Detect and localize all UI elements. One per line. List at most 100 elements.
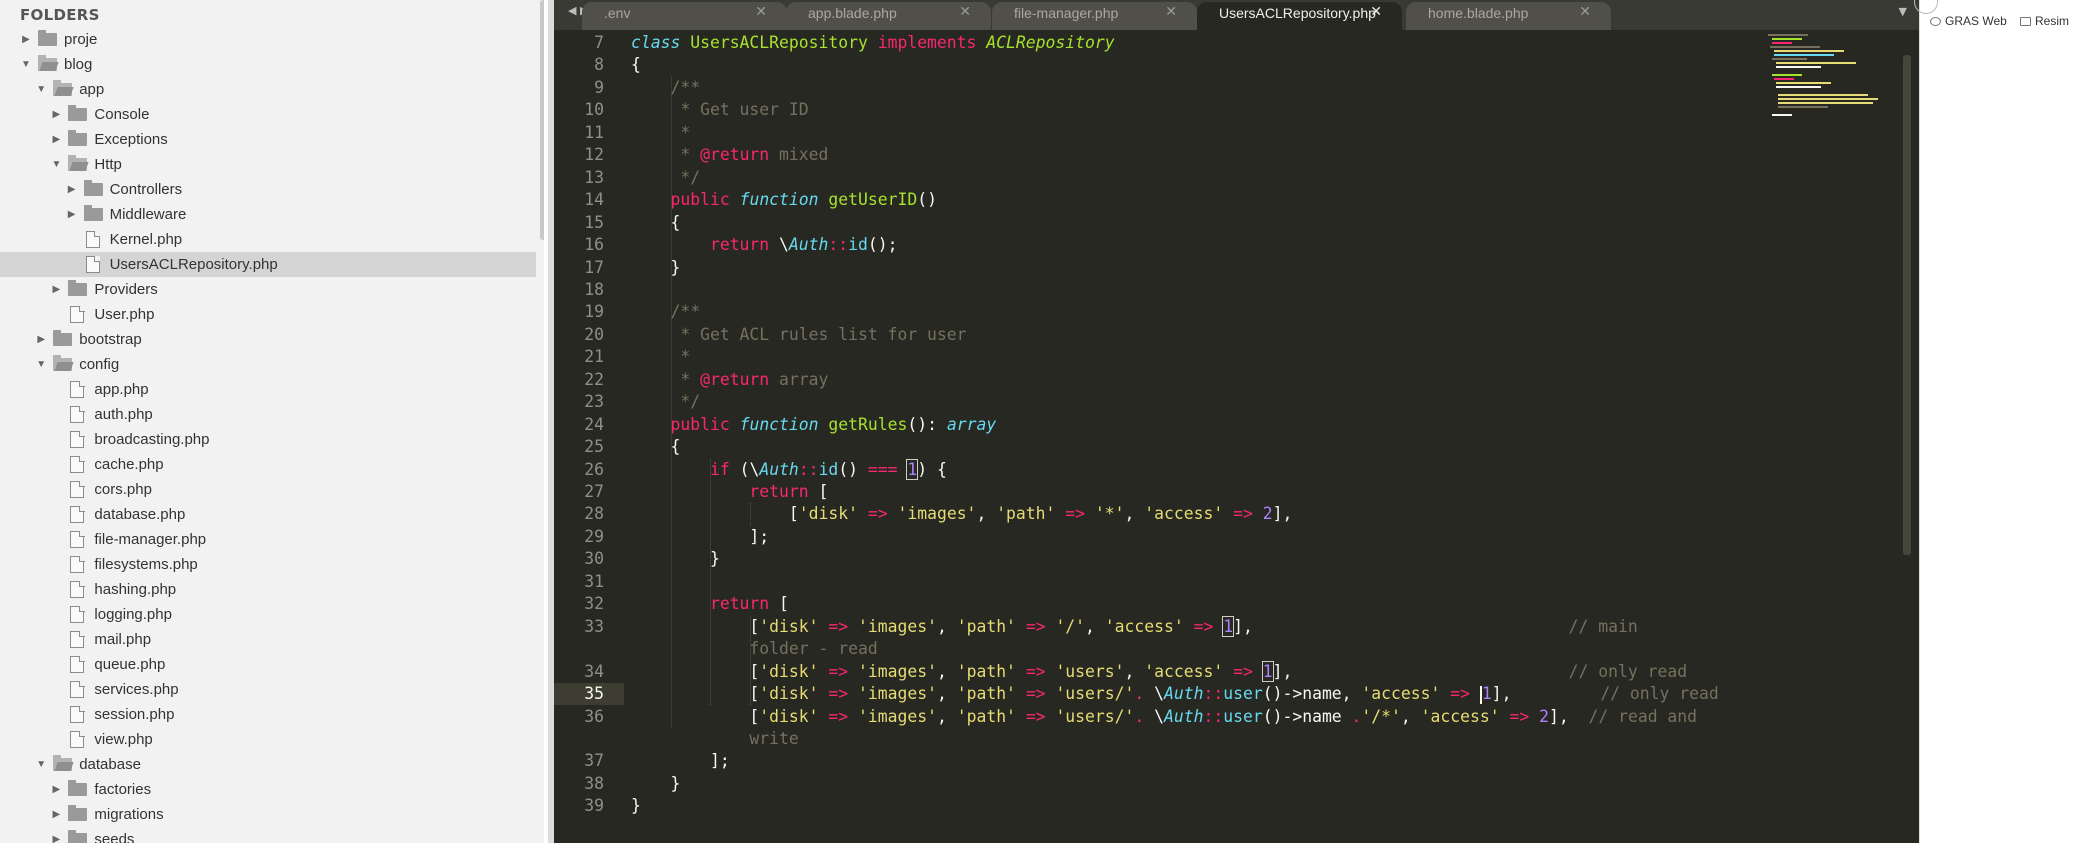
- tree-folder[interactable]: ▼ database: [0, 752, 536, 777]
- chevron-right-icon[interactable]: ▶: [50, 277, 62, 302]
- tree-file[interactable]: queue.php: [0, 652, 536, 677]
- tree-folder[interactable]: ▶ proje: [0, 27, 536, 52]
- tree-item-label: database.php: [94, 506, 186, 523]
- chevron-right-icon[interactable]: ▶: [50, 802, 62, 827]
- chevron-right-icon[interactable]: ▶: [50, 827, 62, 843]
- tree-file[interactable]: file-manager.php: [0, 527, 536, 552]
- tree-folder[interactable]: ▶ migrations: [0, 802, 536, 827]
- code-text: */: [670, 167, 701, 187]
- tree-folder[interactable]: ▶ factories: [0, 777, 536, 802]
- chevron-right-icon[interactable]: ▶: [66, 177, 78, 202]
- tree-file[interactable]: database.php: [0, 502, 536, 527]
- code-text: ['disk' => 'images', 'path' => '*', 'acc…: [788, 504, 1293, 524]
- tree-item-label: auth.php: [94, 406, 153, 423]
- tree-folder[interactable]: ▶ Console: [0, 102, 536, 127]
- chevron-down-icon[interactable]: ▼: [35, 77, 47, 102]
- code-text: return [: [749, 482, 829, 501]
- chevron-right-icon[interactable]: ▶: [50, 777, 62, 802]
- tree-file[interactable]: session.php: [0, 702, 536, 727]
- tree-folder[interactable]: ▼ app: [0, 77, 536, 102]
- tree-folder[interactable]: ▶ seeds: [0, 827, 536, 843]
- tree-item-label: Middleware: [109, 206, 187, 223]
- tree-item-label: UsersACLRepository.php: [109, 256, 278, 273]
- code-text: /**: [670, 302, 701, 322]
- folder-open-icon: [53, 80, 73, 97]
- chevron-right-icon[interactable]: ▶: [35, 327, 47, 352]
- tree-folder[interactable]: ▶ Exceptions: [0, 127, 536, 152]
- indent-guide: [670, 76, 672, 728]
- tree-file[interactable]: broadcasting.php: [0, 427, 536, 452]
- tree-file[interactable]: cache.php: [0, 452, 536, 477]
- chevron-down-icon[interactable]: ▼: [50, 152, 62, 177]
- tree-file[interactable]: cors.php: [0, 477, 536, 502]
- tab-app-blade-php[interactable]: app.blade.php ✕: [786, 0, 991, 30]
- tree-item-label: Console: [94, 106, 150, 123]
- line-number: 34: [584, 661, 604, 681]
- line-number: 9: [594, 77, 604, 97]
- line-number: 36: [584, 706, 604, 726]
- tree-file[interactable]: User.php: [0, 302, 536, 327]
- tree-folder[interactable]: ▶ Controllers: [0, 177, 536, 202]
- line-number: 30: [584, 549, 604, 569]
- close-icon[interactable]: ✕: [1579, 4, 1591, 20]
- tree-file[interactable]: hashing.php: [0, 577, 536, 602]
- file-icon: [68, 680, 88, 698]
- tree-folder[interactable]: ▶ Middleware: [0, 202, 536, 227]
- tree-item-label: Kernel.php: [109, 231, 183, 248]
- tree-item-label: queue.php: [94, 656, 166, 673]
- code-text: ['disk' => 'images', 'path' => '/', 'acc…: [749, 615, 1638, 637]
- chevron-right-icon[interactable]: ▶: [50, 102, 62, 127]
- close-icon[interactable]: ✕: [959, 4, 971, 20]
- code-area[interactable]: 7 class UsersACLRepository implements ACL…: [554, 30, 1894, 843]
- bookmark-resim[interactable]: Resim: [2020, 14, 2069, 28]
- code-text: }: [709, 549, 720, 569]
- line-number: 18: [584, 279, 604, 299]
- tree-file[interactable]: view.php: [0, 727, 536, 752]
- tree-item-label: app.php: [94, 381, 149, 398]
- tree-file[interactable]: logging.php: [0, 602, 536, 627]
- file-icon: [68, 455, 88, 473]
- tree-item-label: blog: [64, 56, 93, 73]
- tab-usersaclrepository-php[interactable]: UsersACLRepository.php ✕: [1197, 0, 1402, 30]
- chevron-right-icon[interactable]: ▶: [66, 202, 78, 227]
- line-number: 35: [584, 684, 604, 704]
- minimap[interactable]: [1766, 30, 1886, 140]
- tree-file[interactable]: Kernel.php: [0, 227, 536, 252]
- bookmark-gras-web[interactable]: GRAS Web: [1930, 14, 2007, 28]
- bookmark-label: Resim: [2035, 14, 2070, 28]
- editor-scrollbar[interactable]: [1903, 55, 1911, 555]
- tree-item-label: config: [79, 356, 120, 373]
- tree-file[interactable]: auth.php: [0, 402, 536, 427]
- close-icon[interactable]: ✕: [755, 4, 767, 20]
- code-text: public function getRules(): array: [670, 414, 997, 434]
- tree-folder[interactable]: ▶ Providers: [0, 277, 536, 302]
- tab-file-manager-php[interactable]: file-manager.php ✕: [992, 0, 1197, 30]
- file-icon: [84, 255, 104, 273]
- folder-icon: [2020, 17, 2031, 26]
- code-editor[interactable]: ◀ ▶ .env ✕ app.blade.php ✕ file-manager.php ✕…: [554, 0, 1919, 843]
- tree-folder[interactable]: ▼ Http: [0, 152, 536, 177]
- line-number: 11: [584, 122, 604, 142]
- chevron-right-icon[interactable]: ▶: [20, 27, 32, 52]
- tree-file[interactable]: mail.php: [0, 627, 536, 652]
- tree-folder[interactable]: ▼ config: [0, 352, 536, 377]
- tree-file[interactable]: UsersACLRepository.php: [0, 252, 536, 277]
- sidebar-scrollbar[interactable]: [540, 0, 544, 240]
- close-icon[interactable]: ✕: [1165, 4, 1177, 20]
- tree-item-label: services.php: [94, 681, 179, 698]
- tree-file[interactable]: app.php: [0, 377, 536, 402]
- tree-item-label: database: [79, 756, 141, 773]
- tree-folder[interactable]: ▶ bootstrap: [0, 327, 536, 352]
- tab--env[interactable]: .env ✕: [582, 0, 787, 30]
- browser-bookmarks-panel: GRAS Web Resim: [1914, 0, 2073, 843]
- tree-file[interactable]: filesystems.php: [0, 552, 536, 577]
- close-icon[interactable]: ✕: [1370, 4, 1382, 20]
- tree-file[interactable]: services.php: [0, 677, 536, 702]
- chevron-down-icon[interactable]: ▼: [35, 352, 47, 377]
- tab-menu-icon[interactable]: ▼: [1899, 5, 1907, 18]
- chevron-right-icon[interactable]: ▶: [50, 127, 62, 152]
- chevron-down-icon[interactable]: ▼: [35, 752, 47, 777]
- tab-home-blade-php[interactable]: home.blade.php ✕: [1406, 0, 1611, 30]
- chevron-down-icon[interactable]: ▼: [20, 52, 32, 77]
- tree-folder[interactable]: ▼ blog: [0, 52, 536, 77]
